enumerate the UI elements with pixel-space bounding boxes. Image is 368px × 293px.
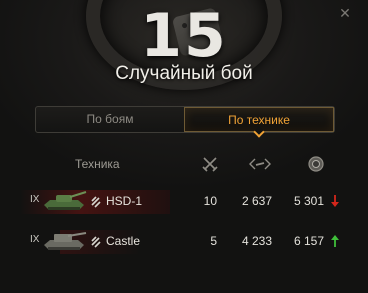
tank-hsd1-icon [44,191,87,210]
battle-count: 15 [140,1,228,71]
vehicle-name: HSD-1 [106,194,143,208]
xp-value: 6 157 [293,234,324,248]
arrow-up-icon [331,235,339,247]
xp-value: 5 301 [293,194,324,208]
chevron-down-icon [253,126,265,138]
damage-arrows-icon [249,158,271,170]
battles-value: 10 [203,194,217,208]
heavy-tank-class-icon [91,196,101,208]
tab-label: По боям [86,112,134,126]
stats-tabs: По боям По технике [35,106,335,138]
session-stats-panel: ✕ 15 Случайный бой По боям По технике Те… [0,0,368,293]
damage-value: 2 637 [241,194,272,208]
crossed-swords-icon [202,157,218,172]
table-header: Техника [0,153,368,175]
mode-title: Случайный бой [115,63,253,84]
column-vehicle: Техника [75,157,120,171]
tab-label: По технике [228,113,290,127]
arrow-down-icon [331,195,339,207]
tab-by-vehicles[interactable]: По технике [184,107,334,138]
battles-value: 5 [210,234,217,248]
table-row[interactable]: IX HSD-1 10 2 637 5 301 [0,188,368,216]
heavy-tank-class-icon [91,236,101,248]
tank-castle-icon [44,232,87,250]
table-row[interactable]: IX Castle 5 4 233 6 157 [0,228,368,256]
tier-label: IX [30,234,40,245]
vehicle-name: Castle [106,234,141,248]
tier-label: IX [30,194,40,205]
tab-by-battles[interactable]: По боям [36,107,184,132]
medal-icon [308,156,324,172]
damage-value: 4 233 [241,234,272,248]
